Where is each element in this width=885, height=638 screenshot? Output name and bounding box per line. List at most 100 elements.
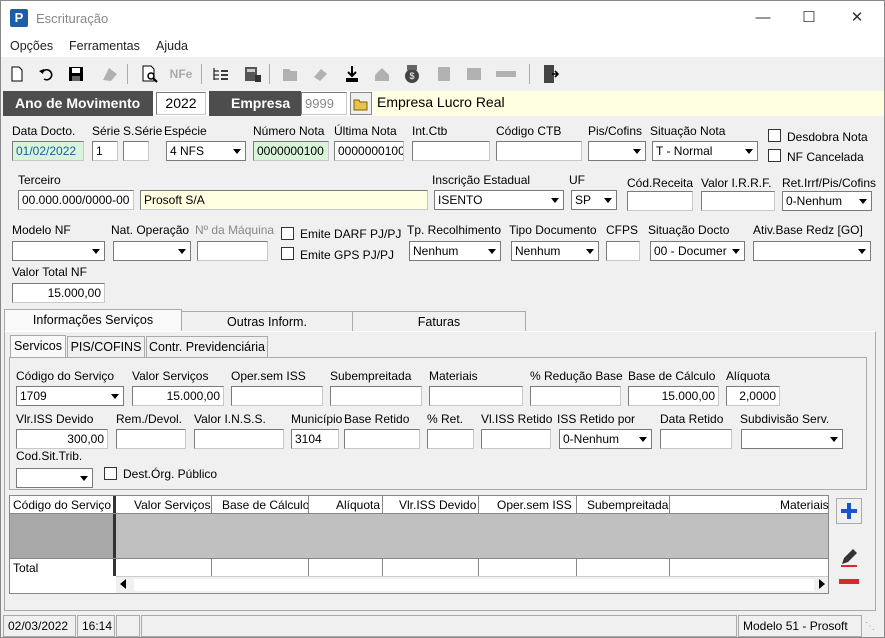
maximize-button[interactable]: ☐ bbox=[795, 7, 823, 29]
tab-outras-inform[interactable]: Outras Inform. bbox=[181, 311, 353, 332]
especie-select[interactable]: 4 NFS bbox=[166, 141, 246, 161]
grid-col-materiais[interactable]: Materiais bbox=[780, 498, 829, 512]
s-serie-input[interactable] bbox=[123, 141, 149, 161]
grid-col-iss[interactable]: Vlr.ISS Devido bbox=[399, 498, 476, 512]
ultima-nota-input[interactable]: 0000000100 bbox=[334, 141, 404, 161]
tab-faturas[interactable]: Faturas bbox=[352, 311, 526, 332]
subdivisao-select[interactable] bbox=[741, 429, 843, 449]
minimize-button[interactable]: — bbox=[749, 7, 777, 29]
subtab-pis-cofins[interactable]: PIS/COFINS bbox=[67, 336, 145, 357]
menu-ferramentas[interactable]: Ferramentas bbox=[69, 39, 140, 53]
subempreitada-input[interactable] bbox=[330, 386, 422, 406]
valor-total-nf-input[interactable]: 15.000,00 bbox=[12, 283, 105, 303]
emite-gps-checkbox[interactable] bbox=[281, 247, 294, 260]
base-retido-input[interactable] bbox=[344, 429, 420, 449]
grid-col-subempreitada[interactable]: Subempreitada bbox=[587, 498, 668, 512]
nfe-icon[interactable]: NFe bbox=[168, 63, 194, 85]
exit-door-icon[interactable] bbox=[539, 63, 561, 85]
data-docto-input[interactable]: 01/02/2022 bbox=[12, 141, 84, 161]
valor-servicos-input[interactable]: 15.000,00 bbox=[132, 386, 224, 406]
ativ-base-select[interactable] bbox=[753, 241, 871, 261]
edit-row-button[interactable] bbox=[836, 544, 862, 570]
aliquota-input[interactable]: 2,0000 bbox=[726, 386, 780, 406]
grid-col-base[interactable]: Base de Cálculo bbox=[222, 498, 309, 512]
subtab-contr-previdenciaria[interactable]: Contr. Previdenciária bbox=[146, 336, 268, 357]
inscricao-select[interactable]: ISENTO bbox=[434, 190, 564, 210]
municipio-input[interactable]: 3104 bbox=[291, 429, 339, 449]
modelo-nf-select[interactable] bbox=[12, 241, 105, 261]
materiais-input[interactable] bbox=[429, 386, 523, 406]
pct-ret-input[interactable] bbox=[427, 429, 474, 449]
data-retido-input[interactable] bbox=[660, 429, 732, 449]
situacao-docto-select[interactable]: 00 - Documer bbox=[650, 241, 745, 261]
rem-devol-input[interactable] bbox=[116, 429, 186, 449]
calculator-icon[interactable] bbox=[241, 63, 263, 85]
cfps-input[interactable] bbox=[606, 241, 640, 261]
valor-irrf-input[interactable] bbox=[701, 191, 775, 211]
tipo-documento-select[interactable]: Nenhum bbox=[511, 241, 599, 261]
num-maquina-input[interactable] bbox=[197, 241, 268, 261]
pis-cofins-select[interactable] bbox=[588, 141, 646, 161]
vl-iss-retido-input[interactable] bbox=[481, 429, 551, 449]
new-document-icon[interactable] bbox=[6, 63, 28, 85]
box-icon[interactable] bbox=[463, 63, 485, 85]
tab-informacoes-servicos[interactable]: Informações Serviços bbox=[4, 309, 182, 332]
pencil-icon bbox=[841, 549, 857, 567]
valor-inss-input[interactable] bbox=[194, 429, 284, 449]
folder-icon[interactable] bbox=[279, 63, 301, 85]
subtab-servicos[interactable]: Servicos bbox=[10, 335, 66, 357]
numero-nota-input[interactable]: 0000000100 bbox=[253, 141, 329, 161]
cod-sit-trib-select[interactable] bbox=[16, 468, 93, 488]
grid-col-aliquota[interactable]: Alíquota bbox=[336, 498, 380, 512]
grid-horizontal-scrollbar[interactable] bbox=[116, 576, 828, 593]
grid-col-codigo[interactable]: Código do Serviço bbox=[13, 498, 111, 512]
terceiro-cnpj-input[interactable]: 00.000.000/0000-00 bbox=[18, 190, 134, 210]
cod-receita-input[interactable] bbox=[627, 191, 693, 211]
nf-cancelada-checkbox[interactable] bbox=[768, 149, 781, 162]
money-icon[interactable]: $ bbox=[401, 63, 423, 85]
resize-grip-icon[interactable]: ⋱ bbox=[865, 621, 881, 637]
tp-recolhimento-select[interactable]: Nenhum bbox=[409, 241, 501, 261]
iss-retido-por-select[interactable]: 0-Nenhum bbox=[559, 429, 652, 449]
grid-col-oper[interactable]: Oper.sem ISS bbox=[497, 498, 572, 512]
scroll-left-icon[interactable] bbox=[120, 579, 126, 589]
preview-icon[interactable] bbox=[139, 63, 161, 85]
close-button[interactable]: ✕ bbox=[843, 7, 871, 29]
scroll-right-icon[interactable] bbox=[819, 579, 825, 589]
scroll-track[interactable] bbox=[134, 579, 814, 591]
emite-darf-checkbox[interactable] bbox=[281, 227, 294, 240]
oper-sem-iss-input[interactable] bbox=[231, 386, 323, 406]
tree-list-icon[interactable] bbox=[209, 63, 231, 85]
serie-input[interactable]: 1 bbox=[92, 141, 118, 161]
minus-bar-icon[interactable] bbox=[493, 63, 519, 85]
int-ctb-input[interactable] bbox=[412, 141, 490, 161]
book-icon[interactable] bbox=[433, 63, 455, 85]
codigo-ctb-input[interactable] bbox=[496, 141, 582, 161]
menu-ajuda[interactable]: Ajuda bbox=[156, 39, 188, 53]
desdobra-checkbox[interactable] bbox=[768, 129, 781, 142]
terceiro-nome-input[interactable]: Prosoft S/A bbox=[140, 190, 428, 210]
services-grid[interactable]: Código do Serviço Valor Serviços Base de… bbox=[9, 495, 829, 594]
situacao-nota-select[interactable]: T - Normal bbox=[652, 141, 758, 161]
open-folder-icon[interactable] bbox=[350, 92, 372, 115]
ano-input[interactable]: 2022 bbox=[156, 92, 206, 115]
vlr-iss-devido-input[interactable]: 300,00 bbox=[16, 429, 108, 449]
base-calculo-input[interactable]: 15.000,00 bbox=[628, 386, 719, 406]
codigo-servico-select[interactable]: 1709 bbox=[16, 386, 124, 406]
nat-operacao-select[interactable] bbox=[113, 241, 191, 261]
empresa-code-input[interactable]: 9999 bbox=[301, 92, 347, 115]
undo-icon[interactable] bbox=[36, 63, 58, 85]
ret-irrf-select[interactable]: 0-Nenhum bbox=[782, 191, 872, 211]
add-row-button[interactable] bbox=[836, 498, 862, 524]
save-icon[interactable] bbox=[65, 63, 87, 85]
remove-row-button[interactable] bbox=[836, 571, 862, 593]
dest-org-checkbox[interactable] bbox=[104, 467, 117, 480]
uf-select[interactable]: SP bbox=[571, 190, 617, 210]
menu-opcoes[interactable]: Opções bbox=[10, 39, 53, 53]
download-icon[interactable] bbox=[341, 63, 363, 85]
grid-col-valor[interactable]: Valor Serviços bbox=[134, 498, 210, 512]
home-icon[interactable] bbox=[371, 63, 393, 85]
eraser-icon[interactable] bbox=[309, 63, 331, 85]
delete-icon[interactable] bbox=[99, 63, 121, 85]
pct-reducao-input[interactable] bbox=[530, 386, 621, 406]
